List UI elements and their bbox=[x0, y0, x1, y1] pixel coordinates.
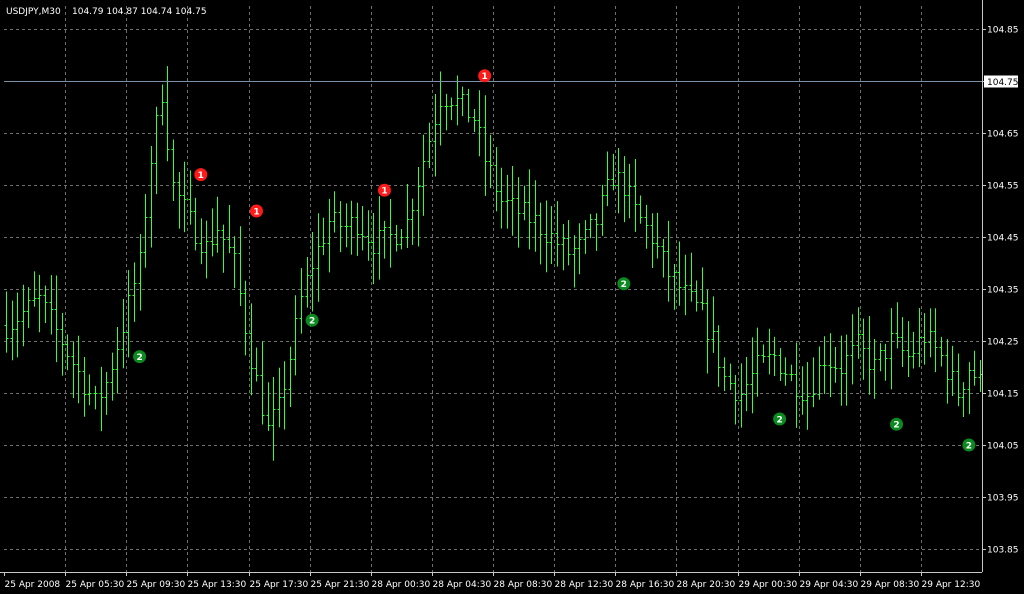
y-tick-label: 103.85 bbox=[987, 546, 1019, 556]
y-tick-label: 104.25 bbox=[987, 338, 1019, 348]
x-tick-label: 29 Apr 04:30 bbox=[800, 580, 859, 590]
sell-signal-marker: 1 bbox=[478, 69, 491, 82]
y-tick-label: 104.05 bbox=[987, 442, 1019, 452]
x-tick-label: 29 Apr 08:30 bbox=[861, 580, 920, 590]
svg-text:1: 1 bbox=[482, 72, 488, 82]
x-tick-label: 25 Apr 2008 bbox=[5, 580, 61, 590]
svg-text:2: 2 bbox=[777, 415, 783, 425]
x-tick-label: 25 Apr 13:30 bbox=[188, 580, 247, 590]
svg-text:2: 2 bbox=[136, 353, 142, 363]
y-tick-label: 104.15 bbox=[987, 390, 1019, 400]
y-tick-label: 104.55 bbox=[987, 182, 1019, 192]
buy-signal-marker: 2 bbox=[306, 314, 319, 327]
svg-text:1: 1 bbox=[381, 187, 387, 197]
sell-signal-marker: 1 bbox=[250, 205, 263, 218]
svg-text:2: 2 bbox=[966, 441, 972, 451]
buy-signal-marker: 2 bbox=[962, 439, 975, 452]
buy-signal-marker: 2 bbox=[890, 418, 903, 431]
x-tick-label: 29 Apr 00:30 bbox=[739, 580, 798, 590]
buy-signal-marker: 2 bbox=[617, 277, 630, 290]
chart-background bbox=[0, 0, 1024, 594]
x-tick-label: 25 Apr 17:30 bbox=[250, 580, 309, 590]
price-chart[interactable]: 1 1 1 1 2 2 2 2 2 2 104.85 104.75 104.65 104.55 104.4… bbox=[0, 0, 1024, 594]
symbol-label: USDJPY,M30 bbox=[6, 7, 61, 17]
buy-signal-marker: 2 bbox=[773, 413, 786, 426]
x-tick-label: 28 Apr 04:30 bbox=[433, 580, 492, 590]
ohlc-readout: 104.79 104.87 104.74 104.75 bbox=[72, 7, 207, 17]
svg-text:2: 2 bbox=[621, 280, 627, 290]
x-tick-label: 28 Apr 12:30 bbox=[555, 580, 614, 590]
y-tick-label: 104.45 bbox=[987, 234, 1019, 244]
y-tick-label: 104.85 bbox=[987, 26, 1019, 36]
chart-header: USDJPY,M30 104.79 104.87 104.74 104.75 bbox=[6, 7, 207, 17]
x-tick-label: 25 Apr 09:30 bbox=[127, 580, 186, 590]
current-price-label: 104.75 bbox=[987, 78, 1019, 88]
buy-signal-marker: 2 bbox=[133, 350, 146, 363]
svg-text:2: 2 bbox=[309, 317, 315, 327]
sell-signal-marker: 1 bbox=[194, 168, 207, 181]
x-tick-label: 28 Apr 16:30 bbox=[616, 580, 675, 590]
y-tick-label: 104.35 bbox=[987, 286, 1019, 296]
x-tick-label: 28 Apr 08:30 bbox=[494, 580, 553, 590]
x-tick-label: 25 Apr 05:30 bbox=[66, 580, 125, 590]
x-tick-label: 28 Apr 20:30 bbox=[677, 580, 736, 590]
svg-text:1: 1 bbox=[198, 171, 204, 181]
x-tick-label: 25 Apr 21:30 bbox=[311, 580, 370, 590]
svg-text:1: 1 bbox=[253, 207, 259, 217]
sell-signal-marker: 1 bbox=[378, 184, 391, 197]
x-tick-label: 29 Apr 12:30 bbox=[922, 580, 981, 590]
svg-text:2: 2 bbox=[893, 421, 899, 431]
y-tick-label: 103.95 bbox=[987, 494, 1019, 504]
y-tick-label: 104.65 bbox=[987, 130, 1019, 140]
x-tick-label: 28 Apr 00:30 bbox=[372, 580, 431, 590]
